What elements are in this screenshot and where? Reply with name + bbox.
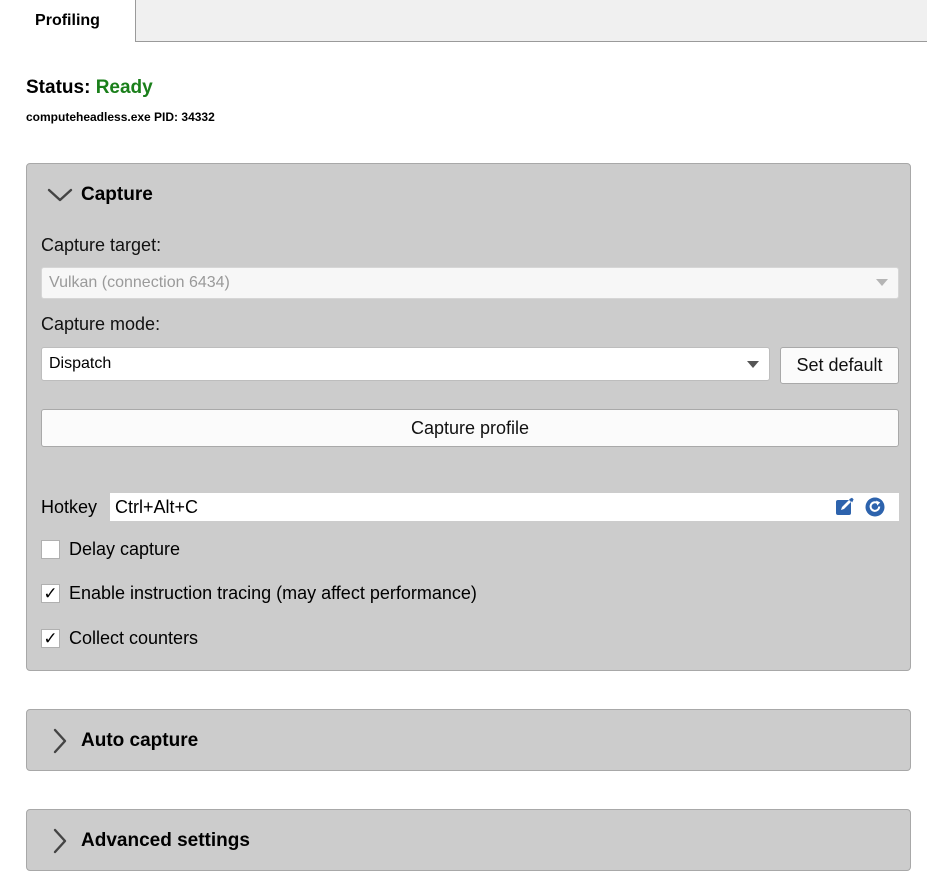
advanced-settings-panel-header[interactable]: Advanced settings (27, 810, 910, 872)
advanced-settings-panel-title: Advanced settings (81, 830, 250, 851)
tab-bar: Profiling (0, 0, 927, 42)
collect-counters-checkbox[interactable]: ✓ Collect counters (41, 628, 198, 649)
hotkey-field[interactable]: Ctrl+Alt+C (110, 493, 899, 521)
capture-target-value: Vulkan (connection 6434) (49, 274, 230, 291)
reset-icon[interactable] (865, 497, 885, 517)
tab-profiling[interactable]: Profiling (0, 0, 135, 42)
checkmark-icon: ✓ (41, 584, 60, 603)
auto-capture-panel-header[interactable]: Auto capture (27, 710, 910, 772)
dropdown-arrow-icon (876, 279, 888, 286)
capture-profile-button[interactable]: Capture profile (41, 409, 899, 447)
set-default-button[interactable]: Set default (780, 347, 899, 384)
advanced-settings-panel: Advanced settings (26, 809, 911, 871)
capture-mode-value: Dispatch (49, 355, 112, 372)
edit-icon[interactable] (835, 497, 855, 517)
status-line: Status: Ready (26, 77, 153, 99)
capture-mode-select[interactable]: Dispatch (41, 347, 770, 381)
checkmark-icon: ✓ (41, 629, 60, 648)
tab-bar-background (135, 0, 927, 42)
capture-mode-label: Capture mode: (41, 314, 161, 334)
collect-counters-label: Collect counters (69, 628, 199, 648)
set-default-label: Set default (796, 355, 883, 375)
hotkey-label: Hotkey (41, 497, 98, 517)
delay-capture-checkbox[interactable]: Delay capture (41, 539, 180, 560)
checkbox-box (41, 540, 60, 559)
capture-target-select[interactable]: Vulkan (connection 6434) (41, 267, 899, 299)
dropdown-arrow-icon (747, 361, 759, 368)
auto-capture-panel: Auto capture (26, 709, 911, 771)
chevron-right-icon (45, 726, 75, 756)
tab-profiling-label: Profiling (35, 12, 100, 29)
hotkey-value: Ctrl+Alt+C (115, 496, 199, 517)
capture-panel-title: Capture (81, 184, 153, 205)
status-value: Ready (95, 77, 153, 98)
auto-capture-panel-title: Auto capture (81, 730, 199, 751)
process-info: computeheadless.exe PID: 34332 (26, 110, 215, 124)
chevron-down-icon (45, 180, 75, 210)
status-label: Status: (26, 77, 91, 98)
instruction-tracing-label: Enable instruction tracing (may affect p… (69, 583, 477, 603)
capture-panel-header[interactable]: Capture (27, 164, 910, 226)
delay-capture-label: Delay capture (69, 539, 181, 559)
instruction-tracing-checkbox[interactable]: ✓ Enable instruction tracing (may affect… (41, 583, 477, 604)
chevron-right-icon (45, 826, 75, 856)
capture-target-label: Capture target: (41, 235, 162, 255)
capture-panel: Capture Capture target: Vulkan (connecti… (26, 163, 911, 671)
capture-profile-label: Capture profile (410, 417, 530, 438)
